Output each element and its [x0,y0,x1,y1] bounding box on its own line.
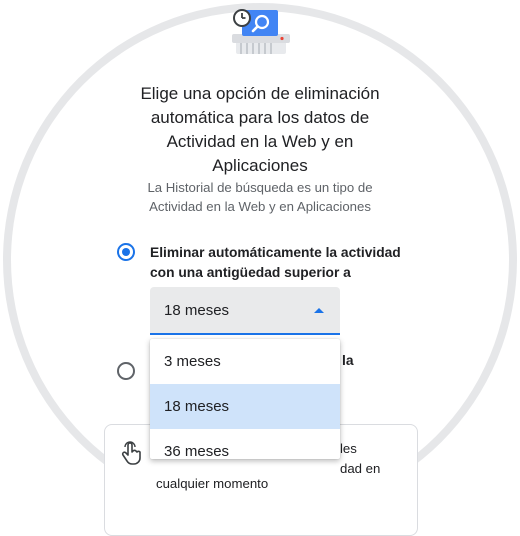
dont-auto-delete-label[interactable]: la [342,353,354,368]
dropdown-option-3-meses[interactable]: 3 meses [150,339,340,384]
info-card-text: les dad en [340,439,410,479]
hand-pointer-icon [121,441,141,465]
dialog-subtext: La Historial de búsqueda es un tipo de A… [120,178,400,216]
dialog-heading: Elige una opción de eliminación automáti… [100,82,420,178]
auto-delete-illustration-icon [232,9,290,54]
info-card-text-line: dad en [340,461,381,476]
auto-delete-radio[interactable] [117,243,135,261]
period-select-value: 18 meses [164,302,230,319]
heading-line: Actividad en la Web y en [166,132,354,151]
info-card-bottom-text: cualquier momento [156,476,269,491]
dropdown-option-36-meses[interactable]: 36 meses [150,429,340,474]
subtext-line: Actividad en la Web y en Aplicaciones [149,199,371,214]
dropdown-option-18-meses[interactable]: 18 meses [150,384,340,429]
heading-line: Aplicaciones [212,156,308,175]
period-select[interactable]: 18 meses [150,287,340,335]
auto-delete-label-line: con una antigüedad superior a [150,265,351,280]
period-dropdown-menu: 3 meses 18 meses 36 meses [150,339,340,460]
auto-delete-label[interactable]: Eliminar automáticamente la actividad co… [150,243,410,283]
heading-line: automática para los datos de [150,108,370,127]
dont-auto-delete-radio[interactable] [117,362,135,380]
subtext-line: La Historial de búsqueda es un tipo de [147,180,373,195]
info-card-text-line: les [340,441,357,456]
heading-line: Elige una opción de eliminación [140,84,380,103]
auto-delete-label-line: Eliminar automáticamente la actividad [150,245,401,260]
dropdown-arrow-up-icon[interactable] [314,308,324,313]
